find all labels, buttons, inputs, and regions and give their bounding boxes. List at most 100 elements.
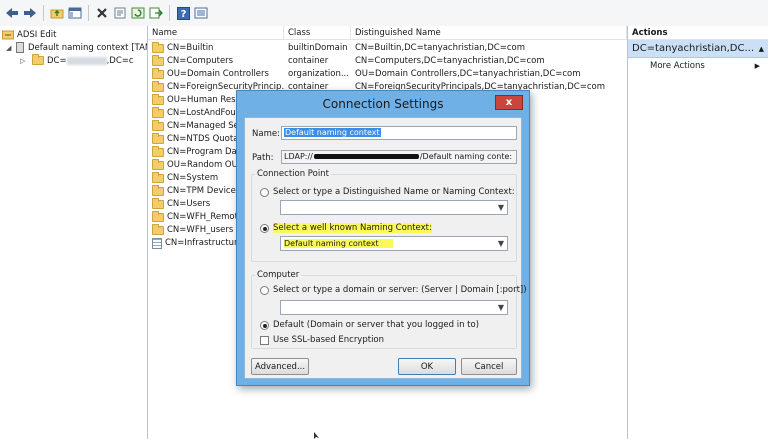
radio-default-server[interactable] (260, 321, 269, 330)
row-name: CN=Infrastructur (165, 238, 238, 248)
distinguished-name-combo[interactable]: ▼ (280, 200, 508, 215)
connection-settings-dialog: Connection Settings x Name: Default nami… (236, 90, 530, 386)
folder-icon (152, 68, 164, 79)
export-icon[interactable] (148, 5, 164, 21)
path-field: LDAP:// /Default naming conte: (281, 150, 517, 164)
name-input[interactable]: Default naming context (281, 126, 517, 140)
row-name: CN=Managed Se (167, 121, 239, 131)
folder-icon (152, 211, 164, 222)
tree-item-label: Default naming context [TAN (28, 42, 148, 53)
folder-icon (152, 146, 164, 157)
ssl-checkbox-label: Use SSL-based Encryption (273, 335, 385, 345)
actions-header: Actions (628, 26, 768, 40)
row-class: organization... (288, 69, 349, 79)
row-class: container (288, 56, 329, 66)
dialog-body: Name: Default naming context Path: LDAP:… (244, 117, 527, 379)
cell-dn: CN=Computers,DC=tanyachristian,DC=com (355, 55, 627, 68)
column-header-class[interactable]: Class (284, 26, 351, 40)
row-name: CN=System (167, 173, 219, 183)
row-class: builtinDomain (288, 43, 348, 53)
name-label: Name: (252, 129, 280, 139)
chevron-right-icon: ▶ (754, 62, 760, 70)
redacted-blur (66, 56, 107, 65)
radio-well-known-text: Select a well known Naming Context: (273, 223, 432, 233)
row-dn: CN=Builtin,DC=tanyachristian,DC=com (355, 43, 526, 53)
up-folder-icon[interactable] (49, 5, 65, 21)
chevron-down-icon[interactable]: ▼ (498, 237, 504, 250)
toolbar-separator (43, 5, 44, 21)
row-name: CN=Computers (167, 56, 234, 66)
path-prefix: LDAP:// (284, 152, 313, 161)
name-input-value: Default naming context (284, 128, 381, 137)
redacted-bar (313, 154, 419, 159)
close-icon[interactable]: x (495, 95, 523, 110)
path-label: Path: (252, 153, 274, 163)
folder-icon (152, 198, 164, 209)
tree-root[interactable]: ADSI Edit (2, 28, 56, 41)
chevron-down-icon[interactable]: ▼ (498, 301, 504, 314)
adsi-edit-icon (2, 30, 14, 40)
radio-domain-server-label: Select or type a domain or server: (Serv… (273, 285, 527, 295)
cell-class: organization... (288, 68, 351, 81)
ssl-checkbox[interactable] (260, 336, 269, 345)
tree-item-default-naming-context[interactable]: ◢ Default naming context [TAN (6, 41, 148, 54)
radio-distinguished-name-label: Select or type a Distinguished Name or N… (273, 187, 515, 197)
tree-pane: ADSI Edit ◢ Default naming context [TAN … (0, 26, 148, 439)
cancel-button[interactable]: Cancel (461, 358, 517, 375)
properties-icon[interactable] (112, 5, 128, 21)
advanced-button[interactable]: Advanced... (251, 358, 309, 375)
folder-icon (152, 172, 164, 183)
folder-icon (152, 81, 164, 92)
collapse-triangle-icon[interactable]: ◢ (6, 44, 14, 52)
domain-server-combo[interactable]: ▼ (280, 300, 508, 315)
row-name: CN=NTDS Quota (167, 134, 239, 144)
mouse-cursor-icon (314, 432, 320, 439)
view-icon[interactable] (193, 5, 209, 21)
show-hide-tree-icon[interactable] (67, 5, 83, 21)
table-row[interactable]: CN=Computers container CN=Computers,DC=tan… (148, 55, 627, 68)
folder-icon (152, 133, 164, 144)
tree-item-dc[interactable]: ▷ DC= ,DC=c (20, 54, 134, 67)
row-name: CN=Users (167, 199, 211, 209)
well-known-context-combo[interactable]: Default naming context ▼ (280, 236, 508, 251)
radio-distinguished-name[interactable] (260, 188, 269, 197)
connection-point-title: Connection Point (255, 169, 331, 179)
folder-icon (152, 120, 164, 131)
back-arrow-icon[interactable] (4, 5, 20, 21)
radio-domain-server[interactable] (260, 286, 269, 295)
expand-triangle-icon[interactable]: ▷ (20, 57, 28, 65)
table-row[interactable]: CN=Builtin builtinDomain CN=Builtin,DC=tan… (148, 42, 627, 55)
ok-button[interactable]: OK (398, 358, 456, 375)
column-header-dn[interactable]: Distinguished Name (351, 26, 627, 40)
folder-icon (152, 159, 164, 170)
cell-dn: OU=Domain Controllers,DC=tanyachristian,… (355, 68, 627, 81)
actions-selected-label: DC=tanyachristian,DC... (632, 43, 754, 54)
table-row[interactable]: OU=Domain Controllers organization... OU=D… (148, 68, 627, 81)
more-actions-item[interactable]: More Actions ▶ (628, 58, 768, 74)
folder-icon (152, 224, 164, 235)
tree-item-dc-suffix: ,DC=c (106, 55, 134, 66)
computer-title: Computer (255, 270, 302, 280)
more-actions-label: More Actions (650, 61, 705, 71)
folder-icon (152, 42, 164, 53)
delete-icon[interactable] (94, 5, 110, 21)
help-icon[interactable]: ? (175, 5, 191, 21)
radio-well-known-context[interactable] (260, 224, 269, 233)
column-header-name[interactable]: Name (148, 26, 284, 40)
cell-class: builtinDomain (288, 42, 351, 55)
cell-name: CN=Computers (152, 55, 284, 68)
actions-selected-item[interactable]: DC=tanyachristian,DC... ▲ (628, 40, 768, 58)
document-icon (152, 238, 162, 249)
chevron-down-icon[interactable]: ▼ (498, 201, 504, 214)
radio-well-known-label: Select a well known Naming Context: (273, 223, 432, 233)
row-dn: CN=Computers,DC=tanyachristian,DC=com (355, 56, 545, 66)
actions-pane: Actions DC=tanyachristian,DC... ▲ More A… (627, 26, 768, 439)
list-header: Name Class Distinguished Name (148, 26, 627, 40)
row-dn: OU=Domain Controllers,DC=tanyachristian,… (355, 69, 581, 79)
row-name: OU=Human Reso (167, 95, 241, 105)
forward-arrow-icon[interactable] (22, 5, 38, 21)
collapse-up-icon[interactable]: ▲ (759, 45, 764, 53)
refresh-icon[interactable] (130, 5, 146, 21)
row-name: CN=Builtin (167, 43, 214, 53)
close-label: x (505, 97, 513, 108)
